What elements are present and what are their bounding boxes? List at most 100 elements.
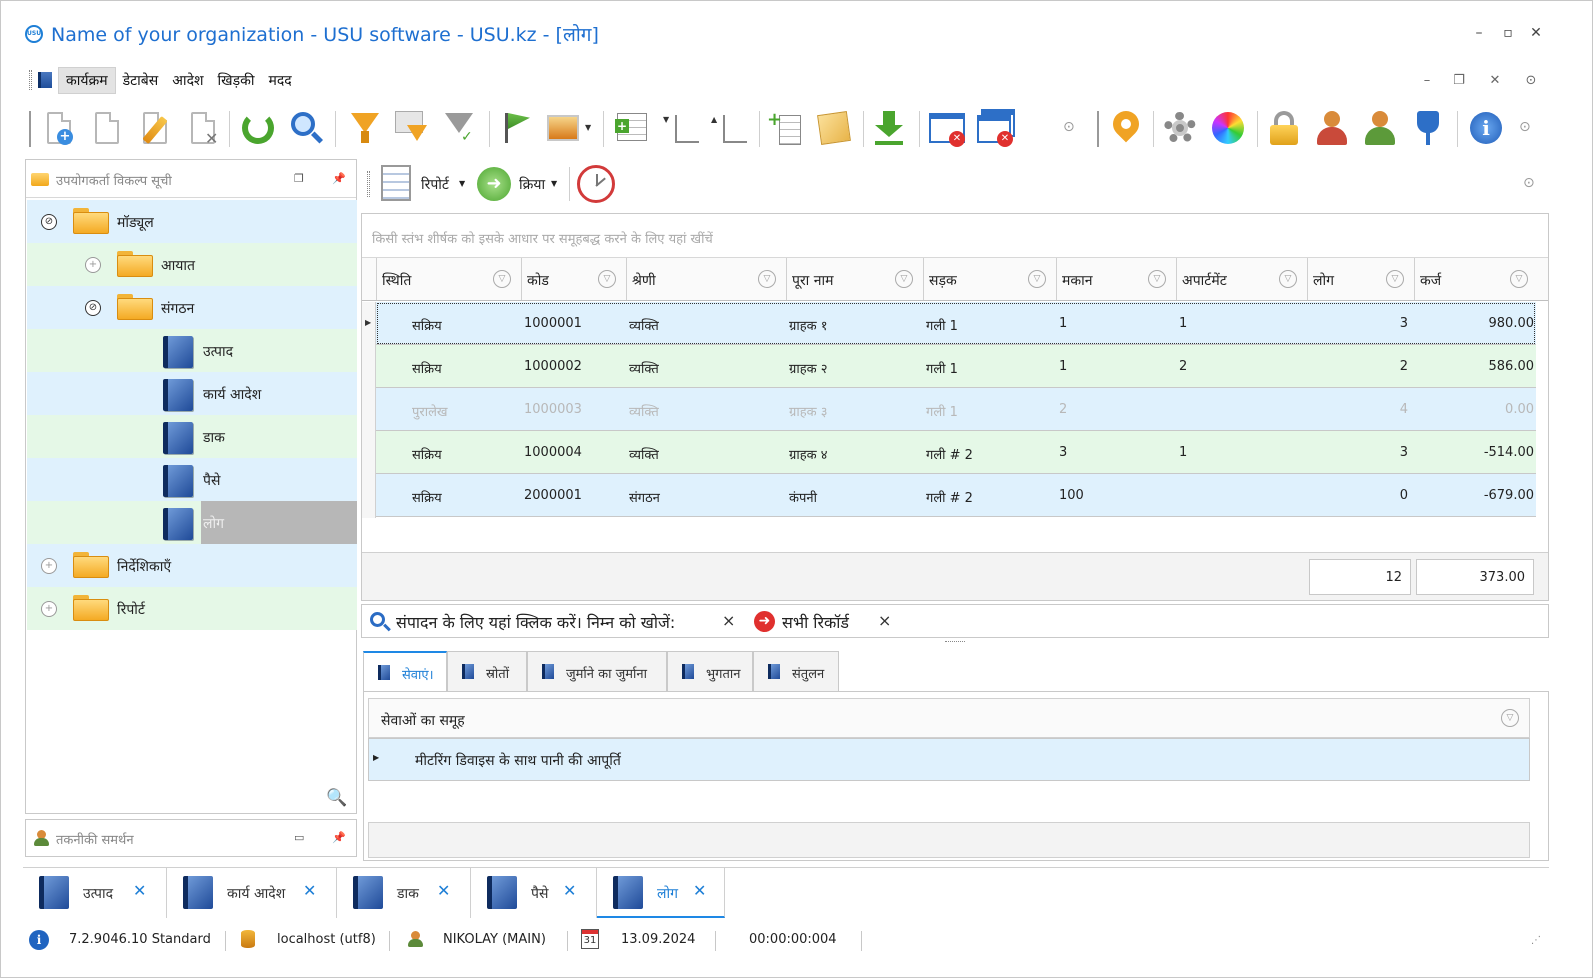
flag-button[interactable]: [499, 109, 537, 147]
menu-database[interactable]: डेटाबेस: [116, 68, 166, 93]
search-icon[interactable]: 🔍: [326, 788, 347, 808]
image-dropdown-button[interactable]: ▼: [545, 109, 595, 147]
column-apartment[interactable]: अपार्टमेंट ▽: [1176, 258, 1307, 300]
settings-button[interactable]: [1161, 109, 1199, 147]
tree-item-work-orders[interactable]: कार्य आदेश: [27, 372, 357, 415]
doc-tab-mail[interactable]: डाक ✕: [337, 868, 471, 918]
collapse-node-icon[interactable]: ⊘: [41, 214, 57, 230]
table-row[interactable]: ▶ मीटरिंग डिवाइस के साथ पानी की आपूर्ति: [368, 738, 1530, 781]
clear-filter-button[interactable]: ×: [878, 611, 891, 630]
collapse-tree-button[interactable]: ▲: [709, 109, 753, 147]
doc-tab-money[interactable]: पैसे ✕: [471, 868, 597, 918]
tab-services[interactable]: सेवाएं।: [363, 651, 447, 691]
table-row[interactable]: पुरालेख 1000003 व्यक्ति ग्राहक ३ गली 1 2…: [376, 388, 1536, 431]
user-button[interactable]: [1313, 109, 1351, 147]
collapse-node-icon[interactable]: ⊘: [85, 300, 101, 316]
tree-item-products[interactable]: उत्पाद: [27, 329, 357, 372]
about-button[interactable]: i: [1467, 109, 1505, 147]
minimize-icon[interactable]: –: [1469, 23, 1489, 43]
edit-record-button[interactable]: [135, 109, 173, 147]
location-button[interactable]: [1107, 105, 1145, 147]
close-all-windows-button[interactable]: ✕: [975, 109, 1017, 147]
users-button[interactable]: [1361, 109, 1399, 147]
column-code[interactable]: कोड ▽: [521, 258, 626, 300]
search-button[interactable]: [287, 109, 325, 147]
notes-button[interactable]: [815, 109, 853, 147]
expand-node-icon[interactable]: +: [85, 257, 101, 273]
menu-collapse-icon[interactable]: ⊙: [1521, 71, 1541, 91]
tree-item-money[interactable]: पैसे: [27, 458, 357, 501]
tab-sources[interactable]: स्रोतों: [447, 651, 527, 691]
filter-settings-button[interactable]: [393, 109, 431, 147]
expand-tree-button[interactable]: ▼: [661, 109, 705, 147]
doc-tab-people[interactable]: लोग ✕: [597, 868, 725, 918]
column-debt[interactable]: कर्ज ▽: [1414, 258, 1538, 300]
tree-item-directories[interactable]: + निर्देशिकाएँ: [27, 544, 357, 587]
tree-item-mail[interactable]: डाक: [27, 415, 357, 458]
splitter-handle[interactable]: [945, 641, 965, 642]
toolbar-collapse-button[interactable]: ⊙: [1061, 109, 1083, 147]
all-records-filter[interactable]: सभी रिकॉर्ड: [782, 611, 849, 633]
filter-button[interactable]: [345, 109, 383, 147]
lock-button[interactable]: [1265, 109, 1303, 147]
table-row[interactable]: सक्रिय 1000004 व्यक्ति ग्राहक ४ गली # 2 …: [376, 431, 1536, 474]
toolbar-overflow-button[interactable]: ⊙: [1517, 109, 1539, 147]
tab-penalties[interactable]: जुर्माने का जुर्माना: [527, 651, 667, 691]
tree-item-import[interactable]: + आयात: [27, 243, 357, 286]
maximize-icon[interactable]: ▫: [1498, 23, 1518, 43]
column-category[interactable]: श्रेणी ▽: [626, 258, 786, 300]
float-panel-icon[interactable]: ❐: [294, 172, 308, 186]
menu-program[interactable]: कार्यक्रम: [58, 66, 116, 94]
mdi-minimize-icon[interactable]: –: [1417, 71, 1437, 91]
table-row[interactable]: सक्रिय 1000002 व्यक्ति ग्राहक २ गली 1 1 …: [376, 345, 1536, 388]
add-row-button[interactable]: +: [767, 109, 805, 147]
tree-item-organization[interactable]: ⊘ संगठन: [27, 286, 357, 329]
column-street[interactable]: सड़क ▽: [923, 258, 1056, 300]
restore-panel-icon[interactable]: ▭: [294, 831, 308, 845]
theme-button[interactable]: [1209, 109, 1247, 147]
doc-tab-products[interactable]: उत्पाद ✕: [23, 868, 167, 918]
mdi-restore-icon[interactable]: ❐: [1449, 71, 1469, 91]
column-service-group[interactable]: सेवाओं का समूह ▽: [368, 698, 1530, 738]
search-edit-prompt[interactable]: संपादन के लिए यहां क्लिक करें। निम्न को …: [396, 611, 675, 633]
menu-grip[interactable]: [29, 70, 32, 90]
clear-search-button[interactable]: ×: [722, 611, 735, 630]
menu-window[interactable]: खिड़की: [211, 68, 262, 93]
delete-record-button[interactable]: ✕: [183, 109, 221, 148]
close-window-button[interactable]: ✕: [927, 109, 969, 147]
add-record-button[interactable]: +: [39, 109, 77, 147]
group-by-area[interactable]: किसी स्तंभ शीर्षक को इसके आधार पर समूहबद…: [362, 214, 1548, 258]
pin-icon[interactable]: 📌: [332, 172, 346, 186]
expand-node-icon[interactable]: +: [41, 558, 57, 574]
report-dropdown[interactable]: रिपोर्ट: [421, 175, 449, 194]
tab-payments[interactable]: भुगतान: [667, 651, 753, 691]
close-icon[interactable]: ✕: [1526, 23, 1546, 43]
add-column-button[interactable]: +: [613, 109, 651, 147]
menu-orders[interactable]: आदेश: [165, 68, 210, 93]
clear-filter-button[interactable]: ✓: [441, 109, 479, 147]
table-row[interactable]: सक्रिय 1000001 व्यक्ति ग्राहक १ गली 1 1 …: [376, 302, 1536, 345]
tree-item-modules[interactable]: ⊘ मॉड्यूल: [27, 200, 357, 243]
connection-button[interactable]: [1409, 109, 1447, 147]
download-button[interactable]: [871, 109, 909, 147]
action-dropdown[interactable]: क्रिया: [519, 175, 545, 194]
column-full-name[interactable]: पूरा नाम ▽: [786, 258, 923, 300]
expand-node-icon[interactable]: +: [41, 601, 57, 617]
pin-icon[interactable]: 📌: [332, 831, 346, 845]
doc-tab-work-orders[interactable]: कार्य आदेश ✕: [167, 868, 337, 918]
copy-record-button[interactable]: [87, 109, 125, 147]
clock-icon[interactable]: [577, 165, 615, 203]
column-status[interactable]: स्थिति ▽: [376, 258, 521, 300]
tree-item-people[interactable]: लोग: [27, 501, 357, 544]
tree-item-reports[interactable]: + रिपोर्ट: [27, 587, 357, 630]
tab-balance[interactable]: संतुलन: [753, 651, 839, 691]
column-house[interactable]: मकान ▽: [1056, 258, 1176, 300]
tech-support-panel[interactable]: तकनीकी समर्थन ▭ 📌: [25, 819, 357, 857]
refresh-button[interactable]: [239, 109, 277, 147]
table-row[interactable]: सक्रिय 2000001 संगठन कंपनी गली # 2 100 0…: [376, 474, 1536, 517]
mdi-close-icon[interactable]: ✕: [1485, 71, 1505, 91]
collapse-circle-icon[interactable]: ⊙: [1523, 175, 1535, 191]
resize-grip-icon[interactable]: ⋰: [1531, 935, 1542, 946]
menu-help[interactable]: मदद: [261, 68, 298, 93]
column-people[interactable]: लोग ▽: [1307, 258, 1414, 300]
